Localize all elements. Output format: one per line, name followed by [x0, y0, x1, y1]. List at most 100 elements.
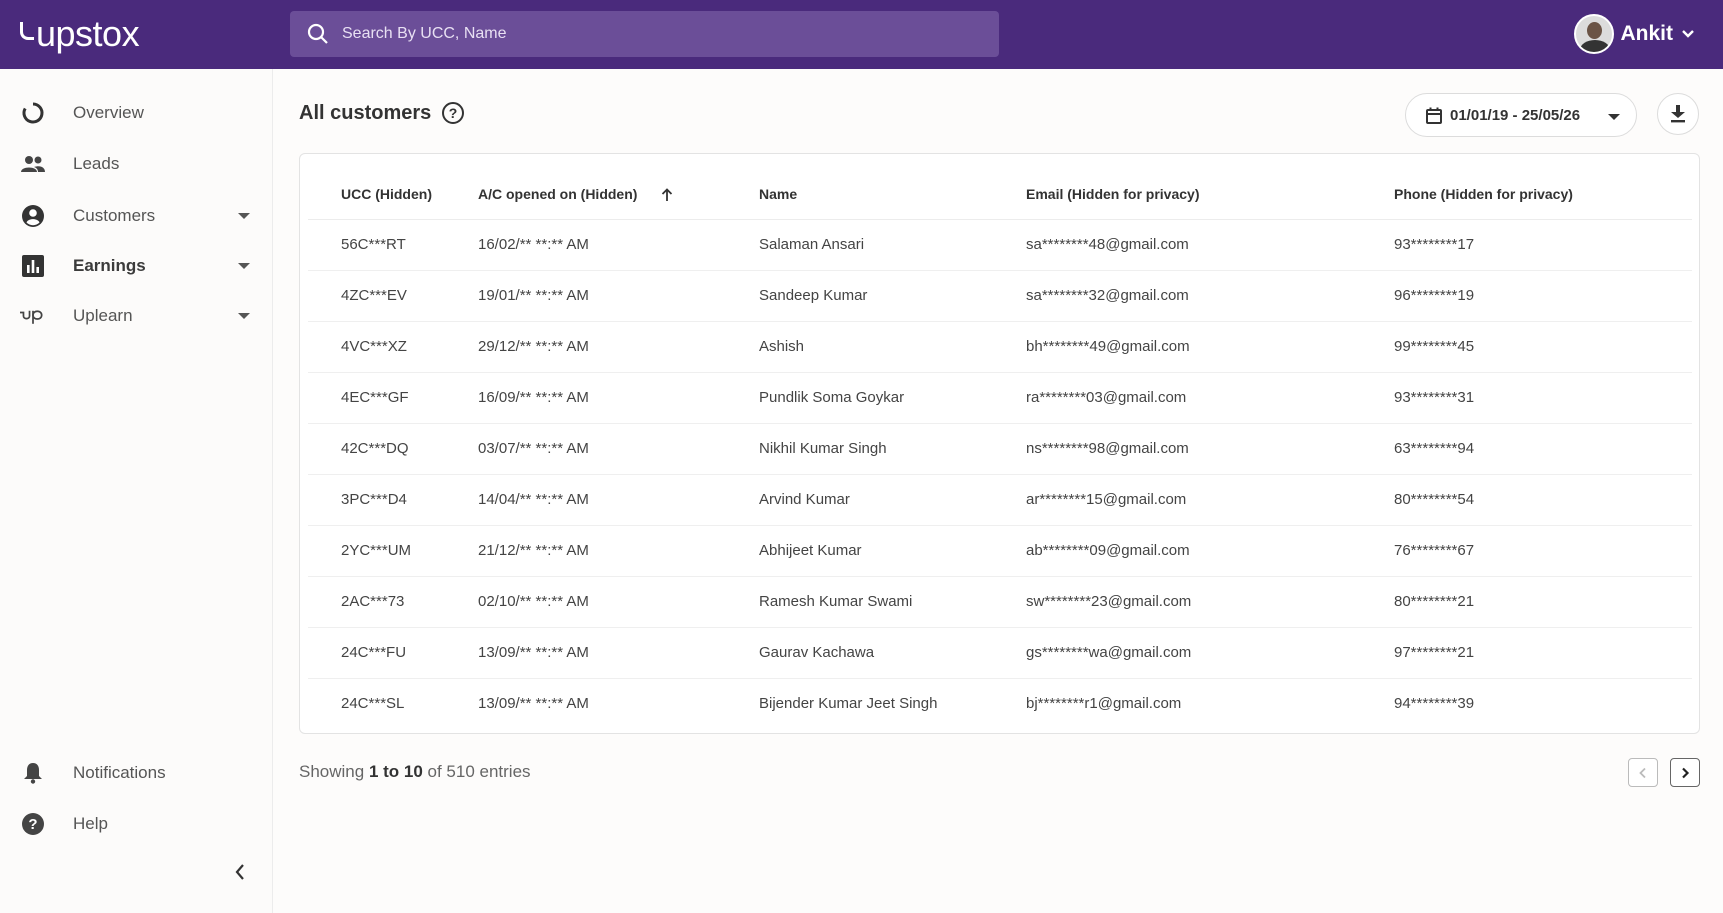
sidebar-item-label: Earnings	[73, 256, 146, 275]
date-range-picker[interactable]: 01/01/19 - 25/05/26	[1405, 93, 1637, 137]
sort-arrow-up-icon[interactable]	[661, 188, 673, 202]
cell-ac-opened: 03/07/** **:** AM	[478, 423, 759, 475]
sidebar-item-label: Help	[73, 814, 108, 833]
sidebar-item-overview[interactable]: Overview	[20, 98, 250, 128]
page-title-text: All customers	[299, 101, 432, 124]
chevron-down-icon	[1682, 30, 1694, 38]
cell-phone: 93********31	[1394, 372, 1692, 424]
logo-mark-icon	[20, 22, 34, 40]
upstox-logo[interactable]: upstox	[20, 13, 140, 54]
svg-text:?: ?	[449, 105, 458, 121]
sidebar-item-help[interactable]: ? Help	[20, 809, 250, 839]
sidebar: Overview Leads Customers Earnings Uplear…	[0, 69, 273, 913]
column-header-name[interactable]: Name	[759, 169, 1026, 220]
table-row[interactable]: 4VC***XZ 29/12/** **:** AM Ashish bh*******…	[308, 321, 1692, 373]
help-outline-icon[interactable]: ?	[441, 101, 465, 125]
cell-ucc: 42C***DQ	[308, 423, 478, 475]
table-row[interactable]: 24C***SL 13/09/** **:** AM Bijender Kumar …	[308, 678, 1692, 729]
sidebar-item-customers[interactable]: Customers	[20, 201, 250, 231]
cell-phone: 80********54	[1394, 474, 1692, 526]
cell-email: sw********23@gmail.com	[1026, 576, 1394, 628]
cell-email: gs********wa@gmail.com	[1026, 627, 1394, 679]
cell-ucc: 2YC***UM	[308, 525, 478, 577]
caret-down-icon	[238, 313, 250, 319]
cell-ucc: 4ZC***EV	[308, 270, 478, 322]
column-header-ac-opened[interactable]: A/C opened on (Hidden)	[478, 169, 759, 220]
search-input[interactable]	[342, 25, 962, 43]
cell-email: bj********r1@gmail.com	[1026, 695, 1182, 713]
collapse-sidebar-chevron-icon[interactable]	[232, 862, 248, 882]
cell-ucc: 4VC***XZ	[308, 321, 478, 373]
table-row[interactable]: 2YC***UM 21/12/** **:** AM Abhijeet Kumar a…	[308, 525, 1692, 577]
download-icon	[1671, 105, 1685, 123]
page-title: All customers ?	[299, 101, 465, 125]
help-circle-icon: ?	[20, 811, 46, 837]
cell-name: Ramesh Kumar Swami	[759, 576, 1026, 628]
table-row[interactable]: 4EC***GF 16/09/** **:** AM Pundlik Soma Go…	[308, 372, 1692, 424]
cell-phone: 99********45	[1394, 321, 1692, 373]
column-header-phone[interactable]: Phone (Hidden for privacy)	[1394, 169, 1692, 220]
cell-name: Ashish	[759, 321, 1026, 373]
next-page-button[interactable]	[1670, 758, 1700, 787]
caret-down-icon	[238, 263, 250, 269]
cell-phone: 63********94	[1394, 423, 1692, 475]
chevron-left-icon	[1639, 767, 1646, 778]
svg-text:?: ?	[28, 816, 37, 833]
cell-ucc: 24C***SL	[341, 695, 405, 713]
customers-table: UCC (Hidden) A/C opened on (Hidden) Name…	[308, 169, 1692, 729]
search-bar[interactable]	[290, 11, 999, 57]
sidebar-item-notifications[interactable]: Notifications	[20, 758, 250, 788]
sidebar-item-label: Uplearn	[73, 306, 133, 325]
cell-ac-opened: 19/01/** **:** AM	[478, 270, 759, 322]
cell-name: Pundlik Soma Goykar	[759, 372, 1026, 424]
cell-email: bh********49@gmail.com	[1026, 321, 1394, 373]
pagination-summary: Showing 1 to 10 of 510 entries	[299, 762, 531, 781]
cell-email: ra********03@gmail.com	[1026, 372, 1394, 424]
download-button[interactable]	[1657, 93, 1699, 135]
cell-email: ns********98@gmail.com	[1026, 423, 1394, 475]
user-menu[interactable]: Ankit	[1573, 14, 1696, 54]
table-row[interactable]: 42C***DQ 03/07/** **:** AM Nikhil Kumar Si…	[308, 423, 1692, 475]
cell-name: Gaurav Kachawa	[759, 627, 1026, 679]
cell-email: ab********09@gmail.com	[1026, 525, 1394, 577]
cell-ac-opened: 21/12/** **:** AM	[478, 525, 759, 577]
cell-ucc: 56C***RT	[308, 219, 478, 271]
account-circle-icon	[20, 203, 46, 229]
cell-name: Arvind Kumar	[759, 474, 1026, 526]
sidebar-item-leads[interactable]: Leads	[20, 149, 250, 179]
column-header-ucc[interactable]: UCC (Hidden)	[308, 169, 478, 220]
user-name: Ankit	[1620, 22, 1674, 45]
sidebar-item-label: Leads	[73, 154, 120, 173]
cell-phone: 80********21	[1394, 576, 1692, 628]
caret-down-icon	[1608, 114, 1620, 120]
column-header-email[interactable]: Email (Hidden for privacy)	[1026, 169, 1394, 220]
bell-icon	[20, 760, 46, 786]
search-icon	[307, 23, 328, 44]
cell-ucc: 4EC***GF	[308, 372, 478, 424]
overview-ring-icon	[20, 100, 46, 126]
top-bar: upstox Ankit	[0, 0, 1723, 69]
cell-name: Bijender Kumar Jeet Singh	[759, 695, 938, 713]
table-row[interactable]: 4ZC***EV 19/01/** **:** AM Sandeep Kumar sa…	[308, 270, 1692, 322]
sidebar-item-earnings[interactable]: Earnings	[20, 251, 250, 281]
cell-phone: 97********21	[1394, 627, 1692, 679]
table-row[interactable]: 3PC***D4 14/04/** **:** AM Arvind Kumar ar*…	[308, 474, 1692, 526]
people-icon	[20, 151, 46, 177]
cell-ucc: 2AC***73	[308, 576, 478, 628]
table-row[interactable]: 24C***FU 13/09/** **:** AM Gaurav Kachawa g…	[308, 627, 1692, 679]
table-row[interactable]: 2AC***73 02/10/** **:** AM Ramesh Kumar Sw…	[308, 576, 1692, 628]
cell-ucc: 24C***FU	[308, 627, 478, 679]
caret-down-icon	[238, 213, 250, 219]
cell-phone: 76********67	[1394, 525, 1692, 577]
cell-name: Sandeep Kumar	[759, 270, 1026, 322]
cell-name: Salaman Ansari	[759, 219, 1026, 271]
sidebar-item-uplearn[interactable]: Uplearn	[20, 301, 250, 331]
table-row[interactable]: 56C***RT 16/02/** **:** AM Salaman Ansari s…	[308, 219, 1692, 271]
customers-table-card: UCC (Hidden) A/C opened on (Hidden) Name…	[299, 153, 1700, 734]
calendar-icon	[1426, 107, 1442, 124]
previous-page-button[interactable]	[1628, 758, 1658, 787]
cell-ac-opened: 13/09/** **:** AM	[478, 695, 589, 713]
cell-phone: 93********17	[1394, 219, 1692, 271]
logo-text: upstox	[36, 13, 140, 54]
cell-phone: 94********39	[1394, 695, 1475, 713]
